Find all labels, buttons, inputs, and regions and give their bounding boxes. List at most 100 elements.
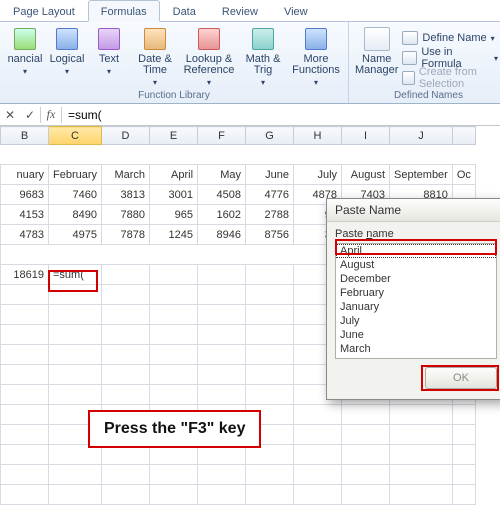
col-header[interactable]: F	[198, 127, 246, 145]
cell[interactable]: May	[198, 165, 246, 185]
cell[interactable]: 4776	[246, 185, 294, 205]
tab-formulas[interactable]: Formulas	[88, 0, 160, 22]
cell[interactable]: 7460	[49, 185, 102, 205]
cancel-formula-button[interactable]: ✕	[0, 108, 20, 122]
col-header[interactable]: G	[246, 127, 294, 145]
name-manager-label: Name Manager	[355, 54, 398, 76]
cell[interactable]: September	[390, 165, 453, 185]
col-header[interactable]: J	[390, 127, 453, 145]
formula-input[interactable]	[62, 105, 500, 125]
cell[interactable]: 8756	[246, 225, 294, 245]
cell[interactable]: 7880	[102, 205, 150, 225]
col-header[interactable]: D	[102, 127, 150, 145]
col-header[interactable]: B	[1, 127, 49, 145]
create-from-selection-label: Create from Selection	[419, 66, 498, 90]
name-manager-button[interactable]: Name Manager	[353, 24, 400, 76]
create-from-selection-button[interactable]: Create from Selection	[400, 68, 500, 88]
list-item[interactable]: January	[336, 300, 496, 314]
date-time-button[interactable]: Date & Time ▾	[130, 24, 180, 88]
ribbon-group-function-library: nancial ▾ Logical ▾ Text ▾ Date & Time ▾…	[0, 22, 349, 103]
cell[interactable]: nuary	[1, 165, 49, 185]
table-row[interactable]: nuary February March April May June July…	[1, 165, 476, 185]
list-item[interactable]: July	[336, 314, 496, 328]
list-item[interactable]: June	[336, 328, 496, 342]
math-label: Math & Trig	[240, 54, 286, 76]
define-name-button[interactable]: Define Name ▾	[400, 28, 500, 48]
chevron-down-icon: ▾	[314, 77, 318, 88]
selection-icon	[402, 71, 414, 85]
list-item[interactable]: December	[336, 272, 496, 286]
cell[interactable]: 7878	[102, 225, 150, 245]
active-cell[interactable]: =sum(	[49, 265, 102, 285]
fx-icon	[402, 51, 417, 65]
cell[interactable]: August	[342, 165, 390, 185]
list-item[interactable]: April	[336, 244, 496, 258]
tab-page-layout[interactable]: Page Layout	[0, 0, 88, 22]
list-item[interactable]: February	[336, 286, 496, 300]
book-icon	[195, 26, 223, 52]
col-header[interactable]: H	[294, 127, 342, 145]
column-header-row: B C D E F G H I J	[1, 127, 476, 145]
cell[interactable]: Oc	[452, 165, 475, 185]
cell[interactable]: 4153	[1, 205, 49, 225]
book-icon	[249, 26, 277, 52]
logical-button[interactable]: Logical ▾	[46, 24, 88, 88]
lookup-button[interactable]: Lookup & Reference ▾	[180, 24, 238, 88]
tab-review[interactable]: Review	[209, 0, 271, 22]
col-header[interactable]	[452, 127, 475, 145]
cell[interactable]: 1245	[150, 225, 198, 245]
cell[interactable]: 4783	[1, 225, 49, 245]
chevron-down-icon: ▾	[261, 77, 265, 88]
cell[interactable]: February	[49, 165, 102, 185]
chevron-down-icon: ▾	[207, 77, 211, 88]
col-header[interactable]: I	[342, 127, 390, 145]
ok-button[interactable]: OK	[425, 367, 497, 389]
cell[interactable]: March	[102, 165, 150, 185]
date-time-label: Date & Time	[132, 54, 178, 76]
financial-button[interactable]: nancial ▾	[4, 24, 46, 88]
tab-data[interactable]: Data	[160, 0, 209, 22]
paste-name-dialog: Paste Name Paste name April August Decem…	[326, 198, 500, 400]
chevron-down-icon: ▾	[65, 66, 69, 77]
cell[interactable]: 4508	[198, 185, 246, 205]
paste-name-listbox[interactable]: April August December February January J…	[335, 243, 497, 359]
chevron-down-icon: ▾	[494, 54, 498, 63]
chevron-down-icon: ▾	[491, 34, 495, 43]
cell[interactable]: 4975	[49, 225, 102, 245]
text-button[interactable]: Text ▾	[88, 24, 130, 88]
cell[interactable]: 18619	[1, 265, 49, 285]
cell[interactable]: 9683	[1, 185, 49, 205]
chevron-down-icon: ▾	[23, 66, 27, 77]
math-button[interactable]: Math & Trig ▾	[238, 24, 288, 88]
dialog-label-suffix: ame	[372, 228, 393, 240]
cell[interactable]: 8490	[49, 205, 102, 225]
cell[interactable]: 8946	[198, 225, 246, 245]
name-manager-icon	[363, 26, 391, 52]
list-item[interactable]: August	[336, 258, 496, 272]
col-header[interactable]: E	[150, 127, 198, 145]
text-label: Text	[99, 54, 119, 65]
cell[interactable]: 3001	[150, 185, 198, 205]
book-icon	[11, 26, 39, 52]
fx-button[interactable]: fx	[41, 107, 61, 122]
dialog-title: Paste Name	[327, 199, 500, 222]
list-item[interactable]: March	[336, 342, 496, 356]
chevron-down-icon: ▾	[153, 77, 157, 88]
cell[interactable]: April	[150, 165, 198, 185]
cell[interactable]: 965	[150, 205, 198, 225]
cell[interactable]: July	[294, 165, 342, 185]
cell[interactable]: June	[246, 165, 294, 185]
col-header[interactable]: C	[49, 127, 102, 145]
tab-view[interactable]: View	[271, 0, 321, 22]
enter-formula-button[interactable]: ✓	[20, 108, 40, 122]
cell[interactable]: 2788	[246, 205, 294, 225]
use-in-formula-button[interactable]: Use in Formula ▾	[400, 48, 500, 68]
cell[interactable]: 3813	[102, 185, 150, 205]
lookup-label: Lookup & Reference	[182, 54, 236, 76]
tag-icon	[402, 31, 418, 45]
book-icon	[53, 26, 81, 52]
book-icon	[95, 26, 123, 52]
book-icon	[302, 26, 330, 52]
more-functions-button[interactable]: More Functions ▾	[288, 24, 344, 88]
cell[interactable]: 1602	[198, 205, 246, 225]
